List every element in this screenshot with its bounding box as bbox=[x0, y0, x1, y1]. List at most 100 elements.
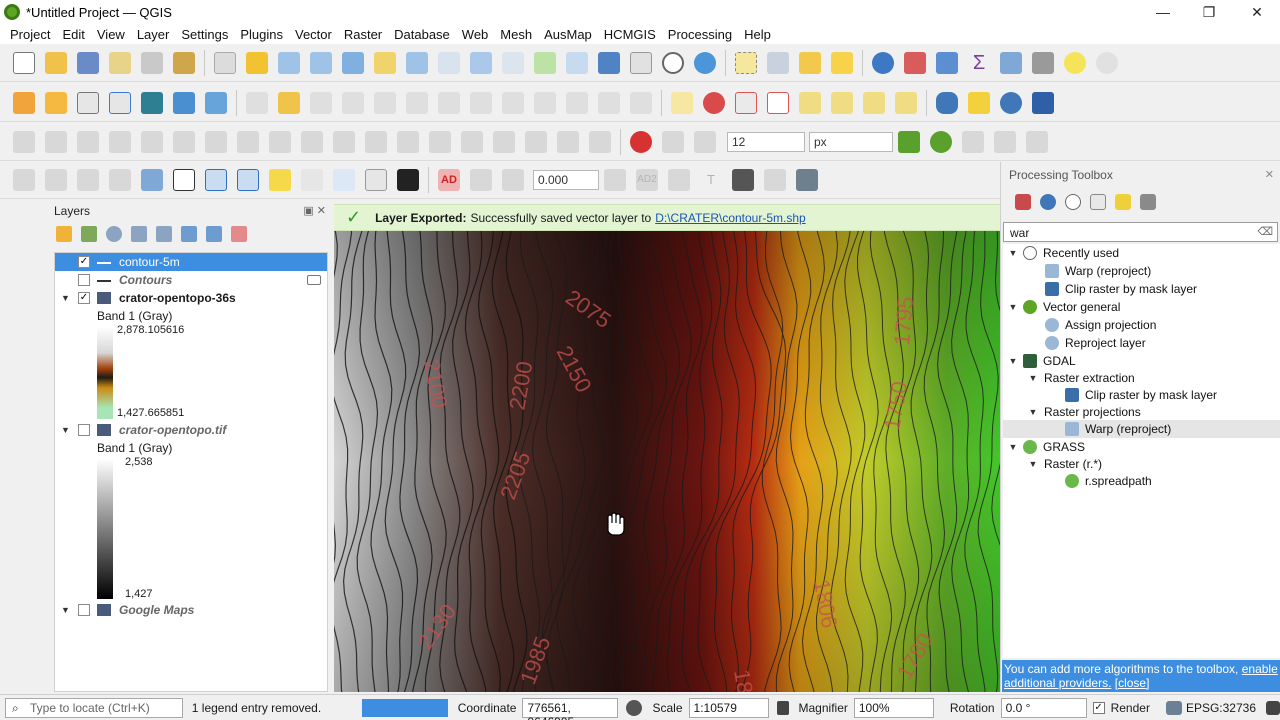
show-bookmarks-icon[interactable] bbox=[630, 51, 652, 74]
cut-features-icon[interactable] bbox=[502, 91, 524, 114]
select-by-value-icon[interactable] bbox=[767, 51, 789, 74]
label-pin-tool-icon[interactable] bbox=[141, 168, 163, 191]
snapping-units-select[interactable]: px bbox=[809, 131, 893, 152]
map-render[interactable]: 2075 2150 2200 2205 2100 2130 1985 1795 … bbox=[334, 231, 1000, 692]
python-console-icon[interactable] bbox=[1000, 91, 1022, 114]
deselect-all-icon[interactable] bbox=[799, 51, 821, 74]
label-t-button[interactable]: T bbox=[700, 169, 722, 191]
message-file-link[interactable]: D:\CRATER\contour-5m.shp bbox=[655, 211, 806, 225]
open-layer-styling-icon[interactable] bbox=[56, 226, 72, 242]
menu-processing[interactable]: Processing bbox=[662, 27, 738, 42]
label-move-icon[interactable] bbox=[799, 91, 821, 114]
menu-hcmgis[interactable]: HCMGIS bbox=[598, 27, 662, 42]
db-manager-icon[interactable] bbox=[936, 91, 958, 114]
label-offset-icon[interactable] bbox=[470, 168, 492, 191]
menu-mesh[interactable]: Mesh bbox=[494, 27, 538, 42]
tree-item-assign-projection[interactable]: Assign projection bbox=[1041, 316, 1156, 334]
select-arrow-icon[interactable] bbox=[173, 168, 195, 191]
merge-attributes-icon[interactable] bbox=[461, 130, 483, 153]
coordinate-field[interactable]: 776561, 9646995 bbox=[522, 697, 619, 720]
reverse-line-icon[interactable] bbox=[589, 130, 611, 153]
crs-label[interactable]: EPSG:32736 bbox=[1186, 701, 1256, 715]
menu-web[interactable]: Web bbox=[456, 27, 495, 42]
minimize-button[interactable]: — bbox=[1140, 0, 1186, 24]
add-line-feature-icon[interactable] bbox=[342, 91, 364, 114]
zoom-last-icon[interactable] bbox=[470, 51, 492, 74]
menu-raster[interactable]: Raster bbox=[338, 27, 388, 42]
label-show-hide-icon[interactable] bbox=[895, 91, 917, 114]
collapse-arrow-icon[interactable]: ▼ bbox=[1027, 459, 1039, 469]
label-ad2-button[interactable]: AD2 bbox=[636, 168, 658, 191]
tree-group-recently-used[interactable]: ▼ Recently used bbox=[1007, 244, 1119, 262]
temporal-controller-icon[interactable] bbox=[662, 51, 684, 74]
layer-visibility-checkbox[interactable]: ✓ bbox=[78, 292, 90, 304]
add-part-icon[interactable] bbox=[173, 130, 195, 153]
zoom-to-layer-icon[interactable] bbox=[406, 51, 428, 74]
results-viewer-icon[interactable] bbox=[1090, 194, 1106, 210]
menu-layer[interactable]: Layer bbox=[131, 27, 176, 42]
map-tips-icon[interactable] bbox=[1064, 51, 1086, 74]
collapse-arrow-icon[interactable]: ▼ bbox=[61, 605, 70, 615]
paste-features-icon[interactable] bbox=[566, 91, 588, 114]
bookmark-icon[interactable] bbox=[598, 51, 620, 74]
layer-row-crator-opentopo-36s[interactable]: ▼ ✓ crator-opentopo-36s bbox=[55, 289, 327, 307]
menu-project[interactable]: Project bbox=[4, 27, 56, 42]
georeferencer-icon[interactable] bbox=[968, 91, 990, 114]
label-t-plus-icon[interactable] bbox=[732, 168, 754, 191]
models-icon[interactable] bbox=[1015, 194, 1031, 210]
label-rotation-input[interactable]: 0.000 bbox=[533, 169, 599, 190]
scale-field[interactable]: 1:10579 bbox=[688, 697, 769, 718]
delete-ring-icon[interactable] bbox=[237, 130, 259, 153]
collapse-arrow-icon[interactable]: ▼ bbox=[1007, 302, 1019, 312]
collapse-arrow-icon[interactable]: ▼ bbox=[1007, 248, 1019, 258]
expand-all-icon[interactable] bbox=[181, 226, 197, 242]
panel-close-icon[interactable]: ✕ bbox=[1265, 168, 1274, 181]
add-ring-icon[interactable] bbox=[141, 130, 163, 153]
close-notice-link[interactable]: [close] bbox=[1115, 676, 1150, 690]
collapse-arrow-icon[interactable]: ▼ bbox=[61, 425, 70, 435]
lock-scale-icon[interactable] bbox=[776, 700, 789, 715]
tree-item-r-spreadpath[interactable]: r.spreadpath bbox=[1061, 472, 1152, 490]
simplify-feature-icon[interactable] bbox=[109, 130, 131, 153]
snapping-tolerance-input[interactable]: 12 bbox=[727, 131, 805, 152]
select-features-icon[interactable] bbox=[735, 51, 757, 74]
tree-group-gdal[interactable]: ▼ GDAL bbox=[1007, 352, 1076, 370]
identify-icon[interactable] bbox=[872, 51, 894, 74]
menu-database[interactable]: Database bbox=[388, 27, 456, 42]
fill-ring-icon[interactable] bbox=[205, 130, 227, 153]
layer-visibility-checkbox[interactable] bbox=[78, 424, 90, 436]
tree-item-clip-raster-gdal[interactable]: Clip raster by mask layer bbox=[1061, 386, 1217, 404]
tree-subgroup-raster-r[interactable]: ▼ Raster (r.*) bbox=[1027, 455, 1102, 473]
new-project-icon[interactable] bbox=[13, 51, 35, 74]
crs-globe-icon[interactable] bbox=[1165, 700, 1182, 715]
enable-snapping-magnet-icon[interactable] bbox=[630, 130, 652, 153]
undo-icon[interactable] bbox=[598, 91, 620, 114]
collapse-arrow-icon[interactable]: ▼ bbox=[1027, 373, 1039, 383]
label-abc-pin-icon[interactable] bbox=[735, 91, 757, 114]
toggle-editing-pencil-icon[interactable] bbox=[278, 91, 300, 114]
topological-editing-icon[interactable] bbox=[898, 130, 920, 153]
layer-row-google-maps[interactable]: ▼ Google Maps bbox=[55, 601, 327, 619]
snapping-intersection-icon[interactable] bbox=[930, 130, 952, 153]
offset-point-symbols-icon[interactable] bbox=[525, 130, 547, 153]
restore-button[interactable]: ❐ bbox=[1186, 0, 1232, 24]
open-field-calculator-icon[interactable] bbox=[1000, 51, 1022, 74]
tracing-icon[interactable] bbox=[994, 130, 1016, 153]
map-canvas[interactable]: 2075 2150 2200 2205 2100 2130 1985 1795 … bbox=[334, 231, 1000, 692]
layer-visibility-checkbox[interactable]: ✓ bbox=[78, 256, 90, 268]
tree-group-vector-general[interactable]: ▼ Vector general bbox=[1007, 298, 1120, 316]
scripts-python-icon[interactable] bbox=[1040, 194, 1056, 210]
clear-search-icon[interactable]: ⌫ bbox=[1257, 225, 1273, 238]
open-project-icon[interactable] bbox=[45, 51, 67, 74]
split-features-icon[interactable] bbox=[365, 130, 387, 153]
zoom-full-icon[interactable] bbox=[342, 51, 364, 74]
menu-edit[interactable]: Edit bbox=[56, 27, 90, 42]
menu-settings[interactable]: Settings bbox=[175, 27, 234, 42]
processing-toolbox-icon[interactable] bbox=[936, 51, 958, 74]
history-icon[interactable] bbox=[1065, 194, 1081, 210]
tree-item-reproject-layer[interactable]: Reproject layer bbox=[1041, 334, 1146, 352]
tree-subgroup-raster-projections[interactable]: ▼ Raster projections bbox=[1027, 403, 1141, 421]
split-parts-icon[interactable] bbox=[397, 130, 419, 153]
close-button[interactable]: ✕ bbox=[1234, 0, 1280, 24]
modify-attributes-icon[interactable] bbox=[406, 91, 428, 114]
